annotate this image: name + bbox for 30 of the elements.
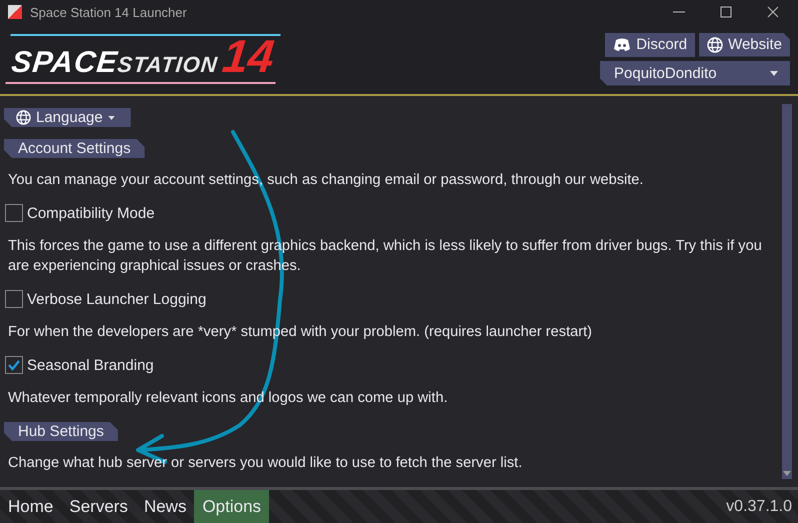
- description-text: Change what hub server or servers you would like to use to fetch the server list.: [8, 454, 522, 473]
- app-icon: [8, 5, 22, 19]
- link-button[interactable]: Discord: [605, 32, 696, 56]
- nav-tab[interactable]: News: [136, 490, 194, 523]
- version-label: v0.37.1.0: [726, 498, 793, 516]
- language-dropdown[interactable]: Language: [4, 108, 131, 127]
- nav-tab[interactable]: Options: [194, 490, 270, 523]
- link-button[interactable]: Website: [699, 32, 790, 56]
- caret-icon: [770, 70, 778, 76]
- nav-tab[interactable]: Home: [0, 490, 62, 523]
- checkbox-label: Seasonal Branding: [27, 356, 154, 374]
- window-title: Space Station 14 Launcher: [30, 4, 187, 20]
- section-header: Hub Settings: [4, 422, 118, 441]
- globe-icon: [16, 110, 31, 125]
- globe-icon: [707, 36, 724, 52]
- scrollbar[interactable]: [782, 104, 792, 479]
- maximize-icon[interactable]: [719, 5, 733, 19]
- checkbox[interactable]: [5, 290, 23, 308]
- logo: SPACESTATION14: [5, 34, 280, 84]
- checkbox[interactable]: [5, 204, 23, 222]
- checkbox-label: Verbose Launcher Logging: [27, 290, 206, 308]
- controller-icon: [613, 38, 632, 52]
- nav-tab[interactable]: Servers: [61, 490, 136, 523]
- checkbox[interactable]: [5, 356, 23, 374]
- caret-icon: [108, 116, 115, 120]
- section-header: Account Settings: [4, 139, 145, 158]
- close-icon[interactable]: [766, 5, 780, 19]
- checkbox-label: Compatibility Mode: [27, 204, 155, 222]
- account-dropdown[interactable]: PoquitoDondito: [600, 60, 790, 86]
- caret-icon: [783, 471, 791, 476]
